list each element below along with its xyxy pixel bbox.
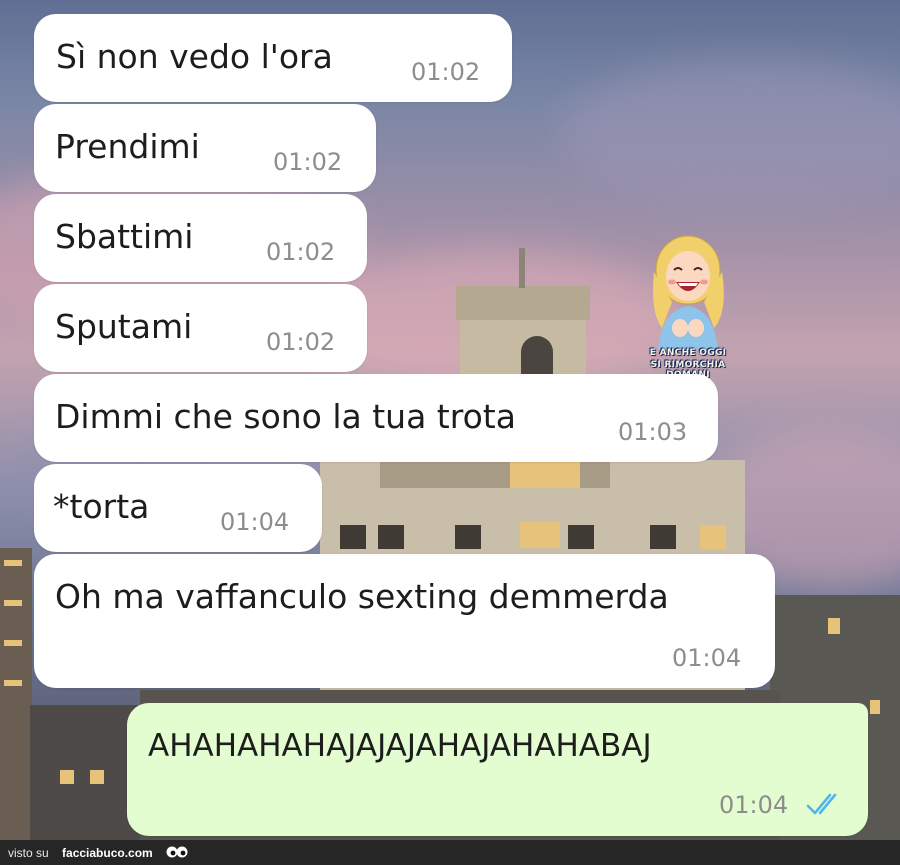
watermark-bar: visto su facciabuco.com <box>0 840 900 865</box>
message-text: Prendimi <box>55 127 200 166</box>
message-timestamp: 01:02 <box>266 238 336 266</box>
message-text: Dimmi che sono la tua trota <box>55 397 516 436</box>
message-text: Sbattimi <box>55 217 194 256</box>
laughing-woman-sticker <box>653 235 724 350</box>
message-timestamp: 01:02 <box>273 148 343 176</box>
message-timestamp: 01:04 <box>719 791 789 819</box>
message-bubble-incoming[interactable]: *torta 01:04 <box>34 464 322 552</box>
watermark-prefix: visto su <box>8 846 49 860</box>
watermark-brand: facciabuco.com <box>62 846 153 860</box>
eyes-icon <box>166 846 188 858</box>
message-timestamp: 01:03 <box>618 418 688 446</box>
message-bubble-incoming[interactable]: Oh ma vaffanculo sexting demmerda 01:04 <box>34 554 775 688</box>
message-timestamp: 01:02 <box>266 328 336 356</box>
double-check-read-icon <box>806 793 837 815</box>
message-text: AHAHAHAHAJAJAJAHAJAHAHABAJ <box>148 728 652 764</box>
message-bubble-outgoing[interactable]: AHAHAHAHAJAJAJAHAJAHAHABAJ 01:04 <box>127 703 868 836</box>
message-text: Sì non vedo l'ora <box>56 37 333 76</box>
message-bubble-incoming[interactable]: Sbattimi 01:02 <box>34 194 367 282</box>
watermark-text: visto su facciabuco.com <box>8 846 153 860</box>
message-timestamp: 01:04 <box>220 508 290 536</box>
message-timestamp: 01:02 <box>411 58 481 86</box>
message-text: *torta <box>53 487 150 526</box>
message-bubble-incoming[interactable]: Sì non vedo l'ora 01:02 <box>34 14 512 102</box>
message-bubble-incoming[interactable]: Sputami 01:02 <box>34 284 367 372</box>
message-text: Sputami <box>55 307 193 346</box>
sticker-caption-line1: E ANCHE OGGI <box>649 348 727 358</box>
message-bubble-incoming[interactable]: Prendimi 01:02 <box>34 104 376 192</box>
message-bubble-incoming[interactable]: Dimmi che sono la tua trota 01:03 <box>34 374 718 462</box>
meme-sticker: E ANCHE OGGI SI RIMORCHIA DOMANI <box>632 232 744 382</box>
message-timestamp: 01:04 <box>672 644 742 672</box>
message-text: Oh ma vaffanculo sexting demmerda <box>55 577 669 616</box>
